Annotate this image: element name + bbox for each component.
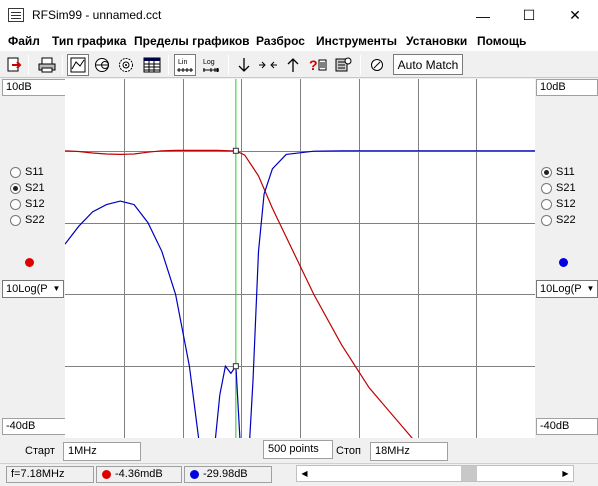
exit-icon[interactable] (3, 54, 25, 76)
red-trace-value-text: -4.36mdB (115, 468, 163, 480)
polar-chart-icon[interactable] (115, 54, 137, 76)
svg-text:?: ? (309, 57, 318, 73)
menu-plot-type[interactable]: Тип графика (52, 34, 126, 48)
radio-button[interactable] (541, 182, 552, 194)
stop-frequency-input[interactable]: 18MHz (370, 442, 448, 461)
right-radio-s12[interactable]: S12 (541, 196, 576, 212)
radio-button[interactable] (541, 214, 552, 226)
left-top-db-label: 10dB (2, 79, 66, 96)
toolbar: Lin Log ? (0, 52, 598, 78)
radio-label: S21 (25, 182, 45, 194)
trace-marker (232, 147, 239, 154)
red-dot-icon (102, 470, 111, 479)
left-radio-s12[interactable]: S12 (10, 196, 45, 212)
maximize-button[interactable]: ☐ (506, 0, 552, 31)
toolbar-separator (28, 55, 29, 75)
toolbar-separator (168, 55, 169, 75)
app-window: RFSim99 - unnamed.cct — ☐ ✕ Файл Тип гра… (0, 0, 598, 486)
radio-button-selected[interactable] (541, 166, 552, 178)
zoom-in-icon[interactable] (257, 54, 279, 76)
scroll-thumb[interactable] (461, 466, 477, 481)
trace-marker (232, 363, 239, 370)
radio-label: S22 (25, 214, 45, 226)
menu-spread[interactable]: Разброс (256, 34, 305, 48)
plot-grid (65, 79, 535, 438)
tune-knob-icon[interactable] (366, 54, 388, 76)
blue-dot-icon (190, 470, 199, 479)
scroll-left-arrow-icon[interactable]: ◀ (297, 466, 312, 481)
arrow-down-icon[interactable] (233, 54, 255, 76)
radio-button[interactable] (10, 214, 21, 226)
menu-settings[interactable]: Установки (406, 34, 467, 48)
select-value: 10Log(P (540, 283, 582, 295)
left-trace-color-dot (25, 258, 34, 267)
red-trace-value: -4.36mdB (96, 466, 182, 483)
print-icon[interactable] (36, 54, 58, 76)
toolbar-separator (62, 55, 63, 75)
log-scale-icon[interactable]: Log (200, 54, 222, 76)
radio-button[interactable] (10, 166, 21, 178)
left-radio-s11[interactable]: S11 (10, 164, 45, 180)
frequency-scrollbar[interactable]: ◀ ▶ (296, 465, 574, 482)
toolbar-separator (228, 55, 229, 75)
sparam-plot[interactable] (65, 79, 535, 438)
chevron-down-icon[interactable]: ▼ (584, 281, 597, 297)
close-button[interactable]: ✕ (552, 0, 598, 31)
left-scale-select[interactable]: 10Log(P ▼ (2, 280, 64, 298)
left-radio-s21[interactable]: S21 (10, 180, 45, 196)
radio-button[interactable] (10, 198, 21, 210)
radio-label: S12 (556, 198, 576, 210)
arrow-up-icon[interactable] (282, 54, 304, 76)
radio-button[interactable] (541, 198, 552, 210)
blue-trace-value-text: -29.98dB (203, 468, 248, 480)
right-param-group: S11 S21 S12 S22 (541, 164, 576, 228)
tuning-icon[interactable] (332, 54, 354, 76)
right-scale-select[interactable]: 10Log(P ▼ (536, 280, 598, 298)
menu-tools[interactable]: Инструменты (316, 34, 397, 48)
rect-plot-icon[interactable] (67, 54, 89, 76)
radio-label: S11 (25, 166, 44, 178)
menu-bar: Файл Тип графика Пределы графиков Разбро… (0, 31, 598, 51)
blue-trace-value: -29.98dB (184, 466, 272, 483)
radio-button-selected[interactable] (10, 182, 21, 194)
chevron-down-icon[interactable]: ▼ (50, 281, 63, 297)
left-param-group: S11 S21 S12 S22 (10, 164, 45, 228)
app-icon (8, 8, 24, 22)
svg-text:Log: Log (203, 59, 215, 66)
title-bar: RFSim99 - unnamed.cct — ☐ ✕ (0, 0, 598, 31)
right-trace-color-dot (559, 258, 568, 267)
radio-label: S21 (556, 182, 576, 194)
start-frequency-input[interactable]: 1MHz (63, 442, 141, 461)
lin-scale-icon[interactable]: Lin (174, 54, 196, 76)
minimize-button[interactable]: — (460, 0, 506, 31)
menu-help[interactable]: Помощь (477, 34, 526, 48)
menu-plot-limits[interactable]: Пределы графиков (134, 34, 250, 48)
left-bottom-db-label: -40dB (2, 418, 66, 435)
right-top-db-label: 10dB (536, 79, 598, 96)
select-value: 10Log(P (6, 283, 48, 295)
radio-label: S11 (556, 166, 575, 178)
radio-label: S12 (25, 198, 45, 210)
right-radio-s22[interactable]: S22 (541, 212, 576, 228)
left-radio-s22[interactable]: S22 (10, 212, 45, 228)
svg-text:Lin: Lin (178, 59, 187, 66)
cursor-frequency: f=7.18MHz (6, 466, 94, 483)
table-icon[interactable] (141, 54, 163, 76)
right-bottom-db-label: -40dB (536, 418, 598, 435)
smith-chart-icon[interactable] (91, 54, 113, 76)
help-icon[interactable]: ? (307, 54, 329, 76)
scroll-right-arrow-icon[interactable]: ▶ (558, 466, 573, 481)
stop-label: Стоп (336, 445, 361, 457)
auto-match-button[interactable]: Auto Match (393, 54, 463, 75)
points-input[interactable]: 500 points (263, 440, 333, 459)
right-radio-s21[interactable]: S21 (541, 180, 576, 196)
toolbar-separator (360, 55, 361, 75)
right-radio-s11[interactable]: S11 (541, 164, 576, 180)
start-label: Старт (25, 445, 55, 457)
menu-file[interactable]: Файл (8, 34, 40, 48)
radio-label: S22 (556, 214, 576, 226)
window-title: RFSim99 - unnamed.cct (32, 8, 162, 22)
